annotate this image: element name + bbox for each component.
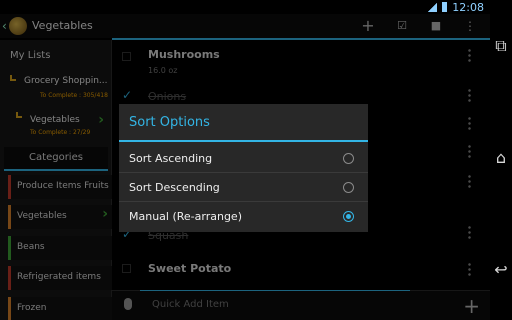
option-label: Manual (Re-arrange)	[129, 210, 242, 223]
radio-button[interactable]	[343, 153, 354, 164]
radio-button-selected[interactable]	[343, 211, 354, 222]
dialog-title: Sort Options	[119, 104, 368, 142]
signal-icon	[427, 2, 438, 12]
option-label: Sort Ascending	[129, 152, 213, 165]
status-bar: 12:08	[0, 0, 490, 14]
sort-options-dialog: Sort Options Sort Ascending Sort Descend…	[119, 104, 368, 232]
radio-button[interactable]	[343, 182, 354, 193]
navigation-bar: ⧉ ⌂ ↩	[490, 0, 512, 320]
option-label: Sort Descending	[129, 181, 220, 194]
recent-apps-icon[interactable]: ⧉	[490, 36, 512, 56]
sort-ascending-option[interactable]: Sort Ascending	[119, 144, 368, 173]
sort-descending-option[interactable]: Sort Descending	[119, 173, 368, 202]
home-icon[interactable]: ⌂	[490, 148, 512, 167]
back-icon[interactable]: ↩	[490, 260, 512, 279]
status-time: 12:08	[452, 0, 484, 14]
battery-icon	[442, 2, 448, 12]
manual-rearrange-option[interactable]: Manual (Re-arrange)	[119, 202, 368, 231]
